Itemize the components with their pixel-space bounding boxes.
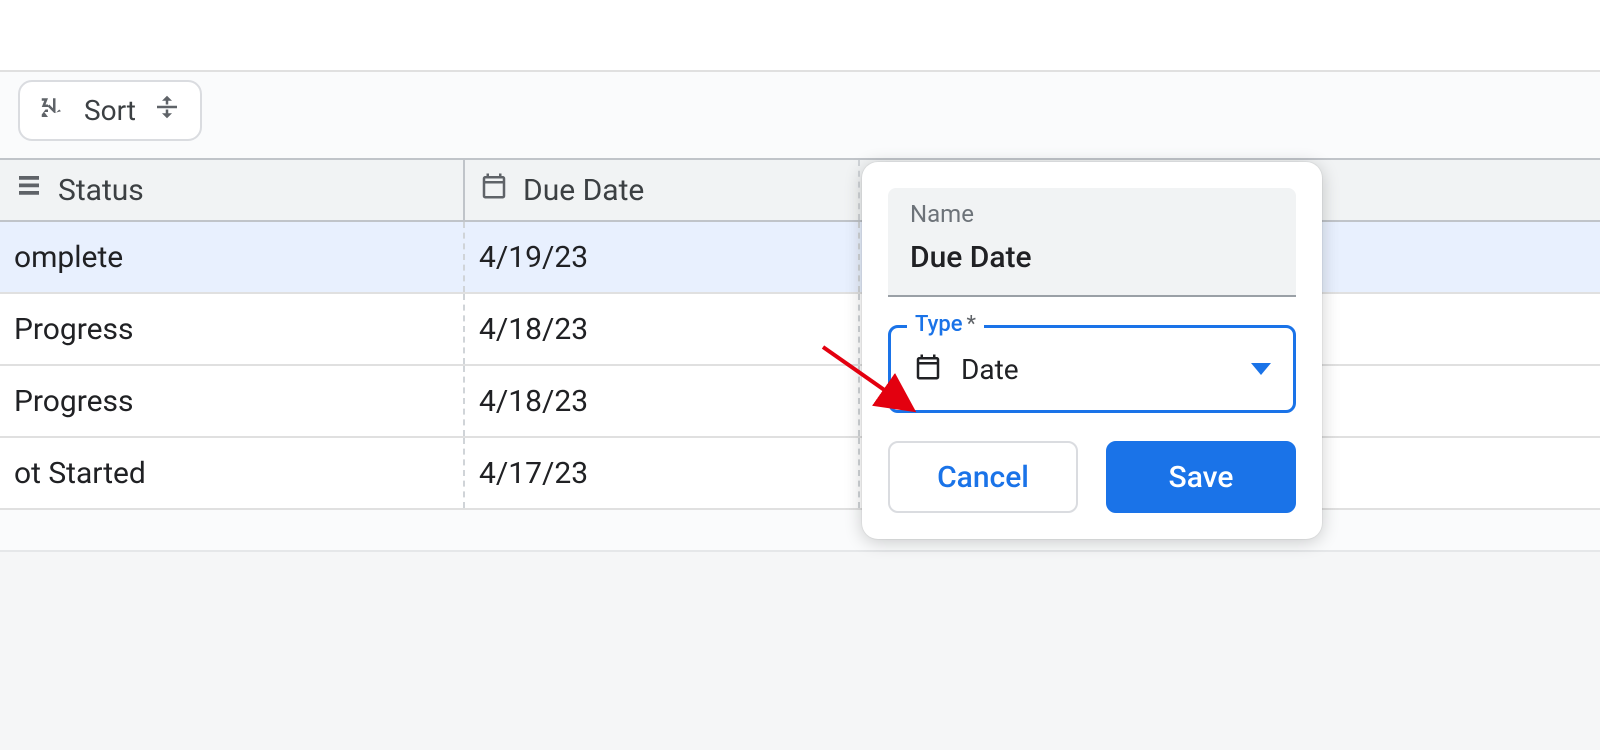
cell-status: ot Started [0, 438, 465, 508]
table-row[interactable]: ot Started4/17/23 [0, 438, 1600, 510]
column-header-due-date[interactable]: Due Date [465, 160, 860, 220]
cancel-button-label: Cancel [937, 460, 1029, 495]
cell-due-date: 4/17/23 [465, 438, 860, 508]
name-field-label: Name [910, 200, 1274, 228]
popup-button-row: Cancel Save [888, 441, 1296, 513]
cell-status: Progress [0, 366, 465, 436]
calendar-icon [913, 352, 943, 386]
column-header-due-label: Due Date [523, 173, 644, 208]
az-sort-icon [38, 92, 68, 129]
table-row[interactable]: Progress4/18/23 [0, 294, 1600, 366]
below-table-area [0, 550, 1600, 750]
column-type-select[interactable]: Type* Date [888, 325, 1296, 413]
calendar-icon [479, 171, 509, 209]
data-table: Status Due Date omplete4/19/23Progress4/… [0, 158, 1600, 510]
status-column-icon [14, 171, 44, 209]
row-height-icon [152, 92, 182, 129]
toolbar-whitespace [0, 0, 1600, 70]
chevron-down-icon [1251, 363, 1271, 375]
cell-due-date: 4/18/23 [465, 366, 860, 436]
column-header-status[interactable]: Status [0, 160, 465, 220]
column-name-field[interactable]: Name Due Date [888, 188, 1296, 297]
column-header-status-label: Status [58, 173, 144, 208]
cell-status: omplete [0, 222, 465, 292]
cell-due-date: 4/19/23 [465, 222, 860, 292]
name-field-value: Due Date [910, 240, 1274, 275]
cancel-button[interactable]: Cancel [888, 441, 1078, 513]
type-field-value: Date [961, 353, 1019, 386]
cell-status: Progress [0, 294, 465, 364]
type-field-label: Type* [907, 312, 984, 337]
table-row[interactable]: Progress4/18/23 [0, 366, 1600, 438]
save-button-label: Save [1169, 460, 1234, 495]
sort-button[interactable]: Sort [18, 80, 202, 141]
table-header-row: Status Due Date [0, 160, 1600, 222]
cell-due-date: 4/18/23 [465, 294, 860, 364]
toolbar-divider [0, 70, 1600, 72]
column-settings-popup: Name Due Date Type* Date Cancel Save [862, 162, 1322, 539]
table-row[interactable]: omplete4/19/23 [0, 222, 1600, 294]
save-button[interactable]: Save [1106, 441, 1296, 513]
sort-label: Sort [84, 94, 136, 127]
